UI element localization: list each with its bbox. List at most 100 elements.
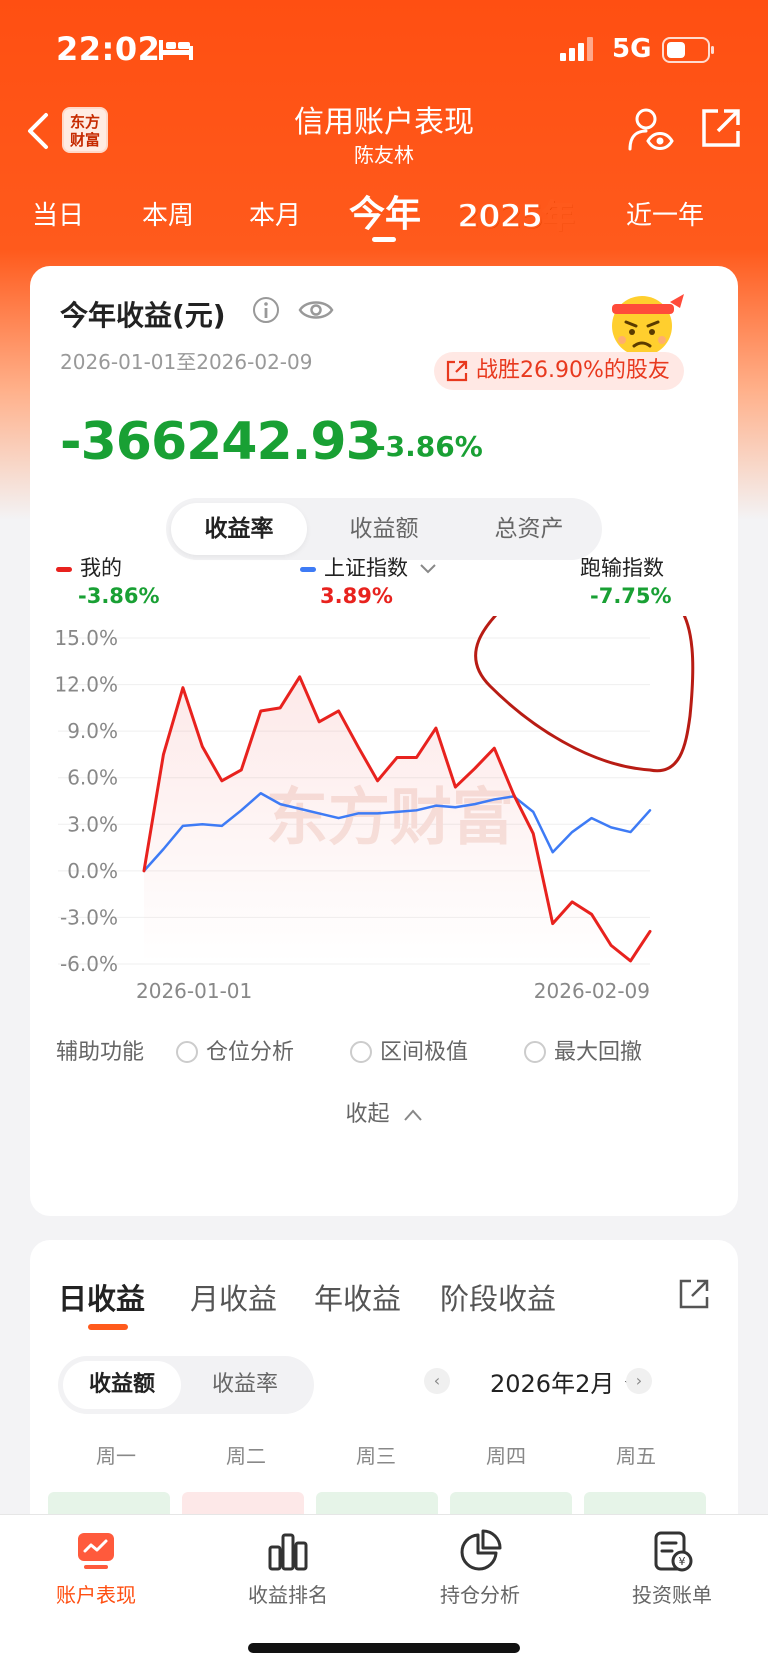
annotation-scribble: [474, 616, 695, 773]
metric-return-amount[interactable]: 收益额: [316, 503, 452, 555]
chevron-up-icon: [403, 1109, 422, 1121]
tab-today[interactable]: 当日: [32, 195, 84, 232]
weekday-wed: 周三: [356, 1444, 396, 1468]
y-tick-label: 12.0%: [54, 673, 118, 697]
info-icon[interactable]: [252, 296, 280, 324]
home-indicator: [248, 1643, 520, 1653]
weekday-thu: 周四: [486, 1444, 526, 1468]
metric-return-rate[interactable]: 收益率: [171, 503, 307, 555]
legend-mine-swatch: [56, 566, 72, 572]
metric-total-assets[interactable]: 总资产: [461, 503, 597, 555]
legend-gap-label: 跑输指数: [580, 556, 664, 580]
chevron-down-icon: [419, 564, 436, 574]
y-tick-label: 6.0%: [67, 766, 118, 790]
x-tick-label: 2026-01-01: [136, 979, 252, 1003]
legend-index[interactable]: 上证指数: [300, 552, 437, 582]
month-selector[interactable]: 2026年2月: [490, 1364, 638, 1399]
return-line-chart[interactable]: 15.0%12.0%9.0%6.0%3.0%0.0%-3.0%-6.0%东方财富…: [30, 616, 738, 1016]
eye-icon[interactable]: [298, 298, 334, 322]
beat-peers-text: 战胜26.90%的股友: [476, 358, 670, 383]
angry-mascot-icon: [612, 294, 684, 356]
aux-option-label: 最大回撤: [554, 1040, 643, 1065]
y-tick-label: -6.0%: [60, 952, 118, 976]
collapse-button[interactable]: 收起: [30, 1096, 738, 1128]
bill-icon: ¥: [654, 1531, 693, 1572]
nav-bar: 东方财富 信用账户表现 陈友林: [0, 95, 768, 175]
collapse-label: 收起: [345, 1102, 390, 1127]
legend-gap-value: -7.75%: [590, 584, 672, 608]
tab-this-year[interactable]: 今年: [349, 185, 421, 237]
aux-functions-label: 辅助功能: [56, 1040, 145, 1065]
y-tick-label: -3.0%: [60, 905, 118, 929]
bottom-nav: 账户表现 收益排名 持仓分析 ¥ 投资账单: [0, 1514, 768, 1663]
nav-account-performance[interactable]: 账户表现: [26, 1529, 166, 1608]
legend-mine-label: 我的: [80, 556, 122, 580]
next-month-button[interactable]: ›: [626, 1368, 652, 1394]
beat-peers-badge[interactable]: 战胜26.90%的股友: [434, 352, 684, 390]
battery-icon: [662, 37, 714, 63]
share-small-icon: [446, 360, 468, 382]
radio-icon: [350, 1041, 372, 1063]
total-return-percent: -3.86%: [374, 430, 483, 463]
tab-2025[interactable]: 2025年: [456, 191, 575, 237]
aux-max-drawdown[interactable]: 最大回撤: [524, 1034, 642, 1066]
aux-option-label: 仓位分析: [206, 1040, 295, 1065]
prev-month-button[interactable]: ‹: [424, 1368, 450, 1394]
share-icon[interactable]: [700, 107, 742, 149]
metric-toggle: 收益率 收益额 总资产: [166, 498, 602, 560]
legend-index-label: 上证指数: [324, 556, 408, 580]
summary-title: 今年收益(元): [60, 299, 226, 332]
weekday-mon: 周一: [96, 1444, 136, 1468]
nav-label: 账户表现: [56, 1583, 136, 1607]
radio-icon: [524, 1041, 546, 1063]
daily-value-toggle: 收益额 收益率: [58, 1356, 314, 1414]
active-tab-indicator: [372, 237, 396, 242]
y-tick-label: 3.0%: [67, 812, 118, 836]
performance-chart-icon: [78, 1533, 114, 1569]
date-range: 2026-01-01至2026-02-09: [60, 350, 313, 374]
nav-label: 持仓分析: [440, 1583, 520, 1607]
total-return-value: -366242.93: [60, 412, 382, 472]
nav-investment-bill[interactable]: ¥ 投资账单: [602, 1529, 742, 1608]
share-icon[interactable]: [678, 1278, 710, 1310]
tab-period-return[interactable]: 阶段收益: [440, 1276, 556, 1318]
nav-label: 收益排名: [248, 1583, 328, 1607]
signal-icon: [560, 37, 593, 61]
tab-yearly-return[interactable]: 年收益: [314, 1276, 401, 1318]
aux-option-label: 区间极值: [380, 1040, 469, 1065]
privacy-view-icon[interactable]: [628, 107, 674, 153]
weekday-fri: 周五: [616, 1444, 656, 1468]
return-summary-card: 今年收益(元) 2026-01-01至2026-02-09 战胜26.90%的股…: [30, 266, 738, 1216]
daily-return-card: 日收益 月收益 年收益 阶段收益 收益额 收益率 ‹ 2026年2月 › 周一 …: [30, 1240, 738, 1540]
nav-return-ranking[interactable]: 收益排名: [218, 1529, 358, 1608]
tab-monthly-return[interactable]: 月收益: [190, 1276, 277, 1318]
legend-mine: 我的: [56, 552, 122, 582]
nav-holding-analysis[interactable]: 持仓分析: [410, 1529, 550, 1608]
nav-label: 投资账单: [632, 1583, 712, 1607]
radio-icon: [176, 1041, 198, 1063]
aux-position-analysis[interactable]: 仓位分析: [176, 1034, 294, 1066]
legend-index-swatch: [300, 566, 316, 572]
x-tick-label: 2026-02-09: [534, 979, 650, 1003]
pie-chart-icon: [460, 1529, 502, 1571]
tab-this-week[interactable]: 本周: [142, 195, 194, 232]
status-bar: 22:02 5G: [0, 0, 768, 100]
svg-text:¥: ¥: [679, 1555, 686, 1568]
sleep-mode-icon: [159, 40, 193, 60]
period-tabs: 当日 本周 本月 今年 2025年 近一年: [0, 185, 768, 245]
mine-area-fill: [144, 676, 650, 964]
tab-last-year[interactable]: 近一年: [626, 195, 704, 232]
toggle-rate[interactable]: 收益率: [186, 1361, 304, 1409]
weekday-tue: 周二: [226, 1444, 266, 1468]
legend-index-value: 3.89%: [320, 584, 393, 608]
tab-daily-return[interactable]: 日收益: [58, 1276, 145, 1318]
toggle-amount[interactable]: 收益额: [63, 1361, 181, 1409]
bar-chart-icon: [268, 1533, 308, 1571]
tab-this-month[interactable]: 本月: [249, 195, 301, 232]
aux-range-extreme[interactable]: 区间极值: [350, 1034, 468, 1066]
daily-tab-indicator: [88, 1324, 128, 1330]
y-tick-label: 9.0%: [67, 719, 118, 743]
y-tick-label: 0.0%: [67, 859, 118, 883]
network-type: 5G: [612, 34, 652, 64]
y-tick-label: 15.0%: [54, 626, 118, 650]
